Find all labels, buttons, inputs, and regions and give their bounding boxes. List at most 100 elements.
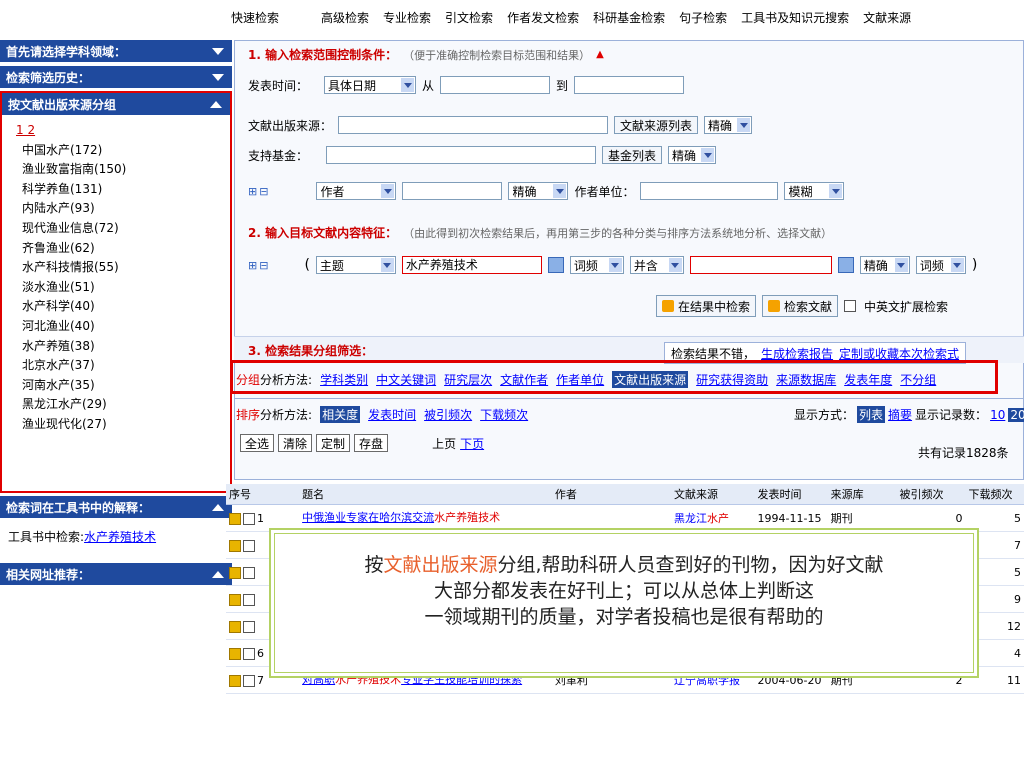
- match-select[interactable]: 精确: [859, 256, 910, 274]
- search-in-results-button[interactable]: 在结果中检索: [656, 295, 757, 317]
- nav-reference-search[interactable]: 工具书及知识元搜索: [741, 9, 849, 26]
- save-search-link[interactable]: 定制或收藏本次检索式: [839, 345, 959, 362]
- count-10[interactable]: 10: [990, 408, 1005, 422]
- document-icon[interactable]: [229, 674, 241, 687]
- sort-link[interactable]: 下载频次: [480, 406, 528, 423]
- sort-link[interactable]: 发表时间: [368, 406, 416, 423]
- nav-author-search[interactable]: 作者发文检索: [507, 9, 579, 26]
- row-checkbox[interactable]: [243, 566, 255, 579]
- source-list-button[interactable]: 文献来源列表: [614, 116, 699, 134]
- date-to-input[interactable]: [574, 76, 685, 94]
- group-link[interactable]: 文献作者: [500, 371, 548, 388]
- source-item[interactable]: 河南水产(35): [16, 376, 222, 396]
- group-link[interactable]: 学科类别: [320, 371, 368, 388]
- nav-sources[interactable]: 文献来源: [863, 9, 911, 26]
- row-checkbox[interactable]: [243, 647, 255, 660]
- add-remove-icon[interactable]: ⊞⊟: [248, 185, 270, 198]
- col-cited[interactable]: 被引频次: [896, 484, 966, 505]
- source-item[interactable]: 内陆水产(93): [16, 199, 222, 219]
- nav-fund-search[interactable]: 科研基金检索: [593, 9, 665, 26]
- save-button[interactable]: 存盘: [354, 434, 389, 452]
- source-group-header[interactable]: 按文献出版来源分组: [2, 93, 230, 115]
- row-checkbox[interactable]: [243, 512, 255, 525]
- add-remove-icon[interactable]: ⊞⊟: [248, 259, 270, 272]
- select-all-button[interactable]: 全选: [240, 434, 275, 452]
- group-link[interactable]: 研究获得资助: [696, 371, 768, 388]
- nav-advanced-search[interactable]: 高级检索: [321, 9, 369, 26]
- second-keyword-input[interactable]: [689, 256, 832, 274]
- col-source[interactable]: 文献来源: [670, 484, 755, 505]
- group-link[interactable]: 不分组: [900, 371, 936, 388]
- col-date[interactable]: 发表时间: [754, 484, 828, 505]
- group-link[interactable]: 文献出版来源: [612, 371, 689, 388]
- combine-select[interactable]: 并含: [629, 256, 684, 274]
- group-link[interactable]: 来源数据库: [776, 371, 836, 388]
- source-item[interactable]: 河北渔业(40): [16, 317, 222, 337]
- subject-header[interactable]: 首先请选择学科领域：: [0, 40, 232, 62]
- row-checkbox[interactable]: [243, 620, 255, 633]
- col-no[interactable]: 序号: [226, 484, 300, 505]
- unit-match-select[interactable]: 模糊: [784, 182, 845, 200]
- history-header[interactable]: 检索筛选历史：: [0, 66, 232, 88]
- ext-search-checkbox[interactable]: [844, 300, 857, 312]
- document-icon[interactable]: [229, 647, 241, 660]
- grid-icon[interactable]: [837, 257, 854, 273]
- source-pages[interactable]: 1 2: [16, 121, 222, 141]
- count-20[interactable]: 20: [1008, 407, 1024, 422]
- col-title[interactable]: 题名: [299, 484, 552, 505]
- source-item[interactable]: 北京水产(37): [16, 356, 222, 376]
- source-input[interactable]: [338, 116, 609, 134]
- row-checkbox[interactable]: [243, 539, 255, 552]
- author-match-select[interactable]: 精确: [508, 182, 569, 200]
- source-item[interactable]: 科学养鱼(131): [16, 180, 222, 200]
- fund-input[interactable]: [326, 146, 597, 164]
- fund-match-select[interactable]: 精确: [668, 146, 717, 164]
- source-item[interactable]: 渔业致富指南(150): [16, 160, 222, 180]
- tools-header[interactable]: 检索词在工具书中的解释：: [0, 496, 232, 518]
- fund-list-button[interactable]: 基金列表: [602, 146, 663, 164]
- nav-professional-search[interactable]: 专业检索: [383, 9, 431, 26]
- clear-button[interactable]: 清除: [278, 434, 313, 452]
- col-author[interactable]: 作者: [551, 484, 671, 505]
- source-item[interactable]: 淡水渔业(51): [16, 278, 222, 298]
- display-list[interactable]: 列表: [857, 406, 886, 423]
- group-link[interactable]: 发表年度: [844, 371, 892, 388]
- freq-select[interactable]: 词频: [569, 256, 624, 274]
- document-icon[interactable]: [229, 512, 241, 525]
- customize-button[interactable]: 定制: [316, 434, 351, 452]
- source-item[interactable]: 水产科技情报(55): [16, 258, 222, 278]
- freq2-select[interactable]: 词频: [915, 256, 966, 274]
- source-item[interactable]: 水产科学(40): [16, 297, 222, 317]
- row-checkbox[interactable]: [243, 674, 255, 687]
- related-links-header[interactable]: 相关网址推荐：: [0, 563, 232, 585]
- search-button[interactable]: 检索文献: [762, 295, 839, 317]
- nav-citation-search[interactable]: 引文检索: [445, 9, 493, 26]
- author-input[interactable]: [402, 182, 503, 200]
- source-item[interactable]: 齐鲁渔业(62): [16, 239, 222, 259]
- row-checkbox[interactable]: [243, 593, 255, 606]
- source-item[interactable]: 中国水产(172): [16, 141, 222, 161]
- sort-link[interactable]: 相关度: [320, 406, 361, 423]
- source-item[interactable]: 现代渔业信息(72): [16, 219, 222, 239]
- col-downloads[interactable]: 下载频次: [965, 484, 1024, 505]
- author-unit-input[interactable]: [640, 182, 779, 200]
- group-link[interactable]: 中文关键词: [376, 371, 436, 388]
- grid-icon[interactable]: [547, 257, 564, 273]
- document-icon[interactable]: [229, 566, 241, 579]
- date-from-input[interactable]: [440, 76, 551, 94]
- report-link[interactable]: 生成检索报告: [761, 345, 833, 362]
- next-page[interactable]: 下页: [460, 435, 484, 452]
- tools-link[interactable]: 水产养殖技术: [84, 530, 156, 544]
- group-link[interactable]: 作者单位: [556, 371, 604, 388]
- keyword-input[interactable]: 水产养殖技术: [401, 256, 542, 274]
- source-item[interactable]: 黑龙江水产(29): [16, 395, 222, 415]
- author-field-select[interactable]: 作者: [316, 182, 397, 200]
- source-item[interactable]: 水产养殖(38): [16, 337, 222, 357]
- nav-quick-search[interactable]: 快速检索: [231, 9, 279, 26]
- nav-sentence-search[interactable]: 句子检索: [679, 9, 727, 26]
- col-db[interactable]: 来源库: [827, 484, 897, 505]
- prev-page[interactable]: 上页: [432, 435, 456, 452]
- group-link[interactable]: 研究层次: [444, 371, 492, 388]
- document-icon[interactable]: [229, 593, 241, 606]
- pubtime-select[interactable]: 具体日期: [324, 76, 417, 94]
